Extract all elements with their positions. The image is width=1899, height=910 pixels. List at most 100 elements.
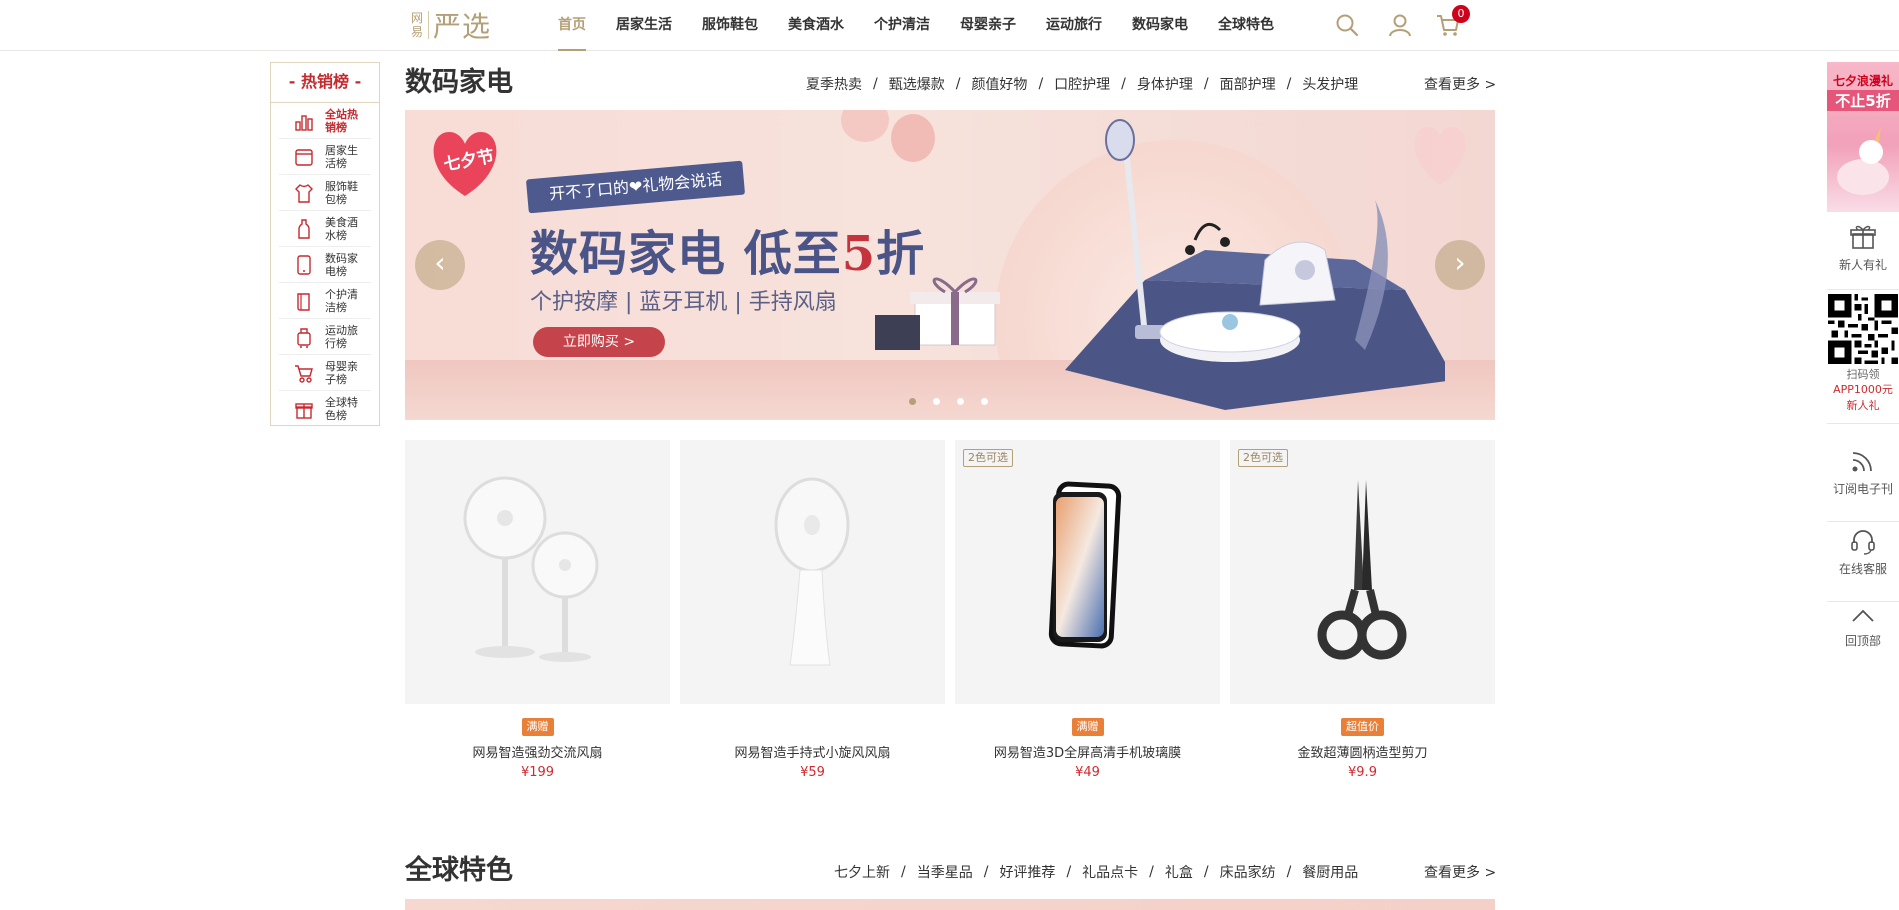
view-more-global-link[interactable]: 查看更多 > xyxy=(1424,862,1496,882)
user-icon[interactable] xyxy=(1387,12,1413,38)
category-tag-link[interactable]: 颜值好物 xyxy=(971,74,1027,94)
gift-icon xyxy=(295,403,313,419)
banner-next-button[interactable]: › xyxy=(1435,240,1485,290)
promo-banner[interactable]: 七夕节 开不了口的❤礼物会说话 数码家电 低至5折 个护按摩 | 蓝牙耳机 | … xyxy=(405,110,1495,420)
category-tag-link[interactable]: 好评推荐 xyxy=(999,862,1055,882)
tag-separator: / xyxy=(1286,864,1292,880)
nav-item[interactable]: 数码家电 xyxy=(1132,0,1188,51)
product-image[interactable]: 2色可选 xyxy=(1230,440,1495,704)
product-badge: 满赠 xyxy=(521,718,554,736)
product-card[interactable]: 2色可选 满赠 网易智造3D全屏高清手机玻璃膜 ¥49 xyxy=(955,440,1220,780)
logo-main-text: 严选 xyxy=(433,10,492,43)
category-tag-link[interactable]: 当季星品 xyxy=(917,862,973,882)
color-options-tag: 2色可选 xyxy=(1238,449,1288,467)
category-tag-link[interactable]: 口腔护理 xyxy=(1054,74,1110,94)
product-card[interactable]: 满赠 网易智造强劲交流风扇 ¥199 xyxy=(405,440,670,780)
nav-item[interactable]: 个护清洁 xyxy=(874,0,930,51)
category-tag-link[interactable]: 礼盒 xyxy=(1165,862,1193,882)
category-tag-link[interactable]: 七夕上新 xyxy=(834,862,890,882)
qr-caption-line2: APP1000元 xyxy=(1833,383,1893,396)
banner-dot[interactable] xyxy=(957,398,964,405)
banner-dot[interactable] xyxy=(981,398,988,405)
product-image[interactable]: 2色可选 xyxy=(955,440,1220,704)
product-image[interactable] xyxy=(680,440,945,704)
handheld-fan-image xyxy=(774,477,850,666)
ranking-item[interactable]: 数码家电榜 xyxy=(279,247,371,283)
tag-separator: / xyxy=(955,76,961,92)
ranking-item[interactable]: 全站热销榜 xyxy=(279,103,371,139)
bestseller-ranking-panel: - 热销榜 - 全站热销榜 居家生活榜 服饰鞋包榜 美食酒水榜 数码家电榜 个护清洁榜 运动… xyxy=(270,62,380,426)
category-tag-link[interactable]: 甄选爆款 xyxy=(889,74,945,94)
ranking-item[interactable]: 美食酒水榜 xyxy=(279,211,371,247)
product-name[interactable]: 网易智造3D全屏高清手机玻璃膜 xyxy=(955,742,1220,761)
qr-code-icon xyxy=(1828,294,1898,364)
nav-item[interactable]: 运动旅行 xyxy=(1046,0,1102,51)
qr-caption-line3: 新人礼 xyxy=(1846,399,1880,412)
tag-separator: / xyxy=(873,76,878,92)
color-options-tag: 2色可选 xyxy=(963,449,1013,467)
banner-headline-highlight: 5 xyxy=(841,226,877,282)
online-service-button[interactable]: 在线客服 xyxy=(1827,526,1899,602)
banner-prev-button[interactable]: ‹ xyxy=(415,240,465,290)
banner-dot[interactable] xyxy=(909,398,916,405)
back-to-top-button[interactable]: 回顶部 xyxy=(1827,606,1899,662)
product-card[interactable]: 2色可选 超值价 金致超薄圆柄造型剪刀 ¥9.9 xyxy=(1230,440,1495,780)
ranking-item-label: 运动旅行榜 xyxy=(325,323,358,350)
product-name[interactable]: 金致超薄圆柄造型剪刀 xyxy=(1230,742,1495,761)
search-icon[interactable] xyxy=(1334,12,1360,38)
product-name[interactable]: 网易智造手持式小旋风风扇 xyxy=(680,742,945,761)
banner-dot[interactable] xyxy=(933,398,940,405)
cart-count-badge: 0 xyxy=(1452,5,1470,23)
gift-icon xyxy=(1850,225,1876,249)
ranking-item[interactable]: 运动旅行榜 xyxy=(279,319,371,355)
subscribe-ezine-button[interactable]: 订阅电子刊 xyxy=(1827,446,1899,522)
nav-item[interactable]: 首页 xyxy=(558,0,586,51)
tag-separator: / xyxy=(1149,864,1154,880)
category-tag-link[interactable]: 餐厨用品 xyxy=(1302,862,1358,882)
tag-separator: / xyxy=(1038,76,1044,92)
product-price: ¥59 xyxy=(800,765,825,780)
balloon-decoration xyxy=(841,110,935,162)
towel-icon xyxy=(297,292,310,311)
ranking-item[interactable]: 母婴亲子榜 xyxy=(279,355,371,391)
category-tag-link[interactable]: 夏季热卖 xyxy=(806,74,862,94)
category-tag-link[interactable]: 面部护理 xyxy=(1220,74,1276,94)
ranking-item[interactable]: 个护清洁榜 xyxy=(279,283,371,319)
logo-small-text: 网易 xyxy=(410,11,423,39)
app-qr-panel: 扫码领 APP1000元 新人礼 xyxy=(1827,294,1899,424)
nav-item[interactable]: 居家生活 xyxy=(616,0,672,51)
nav-item[interactable]: 母婴亲子 xyxy=(960,0,1016,51)
nav-item[interactable]: 服饰鞋包 xyxy=(702,0,758,51)
global-banner-top[interactable] xyxy=(405,899,1495,910)
qixi-promo-card[interactable]: 七夕浪漫礼 不止5折 xyxy=(1827,62,1899,212)
section-tags-global: 七夕上新 / 当季星品 / 好评推荐 / 礼品点卡 / 礼盒 / 床品家纺 / 餐厨用品 xyxy=(834,862,1358,882)
product-name[interactable]: 网易智造强劲交流风扇 xyxy=(405,742,670,761)
ranking-item[interactable]: 居家生活榜 xyxy=(279,139,371,175)
ranking-item-label: 母婴亲子榜 xyxy=(325,359,358,386)
new-user-gift-button[interactable]: 新人有礼 xyxy=(1827,222,1899,290)
new-user-gift-label: 新人有礼 xyxy=(1838,258,1887,272)
category-tag-link[interactable]: 头发护理 xyxy=(1302,74,1358,94)
product-card[interactable]: 网易智造手持式小旋风风扇 ¥59 xyxy=(680,440,945,780)
nav-item[interactable]: 全球特色 xyxy=(1218,0,1274,51)
category-tag-link[interactable]: 礼品点卡 xyxy=(1082,862,1138,882)
product-image[interactable] xyxy=(405,440,670,704)
chart-icon xyxy=(295,114,313,131)
tag-separator: / xyxy=(1286,76,1292,92)
category-tag-link[interactable]: 床品家纺 xyxy=(1220,862,1276,882)
scissors-image xyxy=(1317,480,1407,660)
back-to-top-label: 回顶部 xyxy=(1844,634,1881,648)
buy-now-button[interactable]: 立即购买 > xyxy=(533,327,665,357)
ranking-item[interactable]: 全球特色榜 xyxy=(279,391,371,427)
nav-item[interactable]: 美食酒水 xyxy=(788,0,844,51)
main-nav: 首页 居家生活 服饰鞋包 美食酒水 个护清洁 母婴亲子 运动旅行 数码家电 全球特色 xyxy=(558,0,1304,51)
ranking-item-label: 全球特色榜 xyxy=(325,396,358,422)
promo-line1: 七夕浪漫礼 xyxy=(1832,74,1893,88)
ranking-item-label: 服饰鞋包榜 xyxy=(325,179,358,206)
category-tag-link[interactable]: 身体护理 xyxy=(1137,74,1193,94)
ranking-item[interactable]: 服饰鞋包榜 xyxy=(279,175,371,211)
tag-separator: / xyxy=(1121,76,1126,92)
site-logo[interactable]: 网易 严选 xyxy=(410,8,492,43)
tag-separator: / xyxy=(1066,864,1072,880)
view-more-digital-link[interactable]: 查看更多 > xyxy=(1424,74,1496,94)
